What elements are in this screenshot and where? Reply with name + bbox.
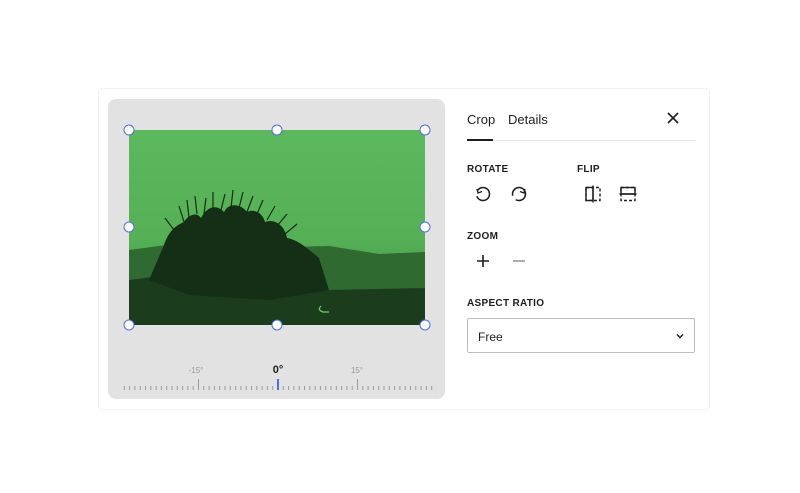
zoom-out-icon[interactable] [508, 250, 530, 272]
tab-details[interactable]: Details [508, 112, 548, 127]
crop-handle-bottom[interactable] [271, 319, 283, 331]
close-icon[interactable] [665, 109, 681, 127]
zoom-label: ZOOM [467, 231, 499, 242]
aspect-ratio-select[interactable]: Free [467, 318, 695, 353]
rotation-ruler[interactable]: -15° 0° 15° [120, 362, 435, 396]
flip-vertical-icon[interactable] [617, 183, 639, 205]
tab-crop[interactable]: Crop [467, 112, 495, 127]
crop-handle-top-right[interactable] [419, 124, 431, 136]
tabs-divider [467, 140, 695, 141]
ruler-ticks [123, 379, 433, 390]
active-tab-indicator [467, 139, 493, 141]
crop-handle-bottom-left[interactable] [123, 319, 135, 331]
crop-handle-left[interactable] [123, 221, 135, 233]
image-preview[interactable] [129, 130, 425, 325]
zoom-in-icon[interactable] [472, 250, 494, 272]
crop-handle-bottom-right[interactable] [419, 319, 431, 331]
rotate-left-icon[interactable] [472, 183, 494, 205]
rotate-right-icon[interactable] [508, 183, 530, 205]
crop-handle-top-left[interactable] [123, 124, 135, 136]
crop-handle-top[interactable] [271, 124, 283, 136]
aspect-ratio-value: Free [478, 330, 503, 344]
flip-label: FLIP [577, 164, 600, 175]
crop-handle-right[interactable] [419, 221, 431, 233]
chevron-down-icon [675, 330, 685, 344]
flip-horizontal-icon[interactable] [582, 183, 604, 205]
rotate-label: ROTATE [467, 164, 509, 175]
aspect-ratio-label: ASPECT RATIO [467, 298, 545, 309]
